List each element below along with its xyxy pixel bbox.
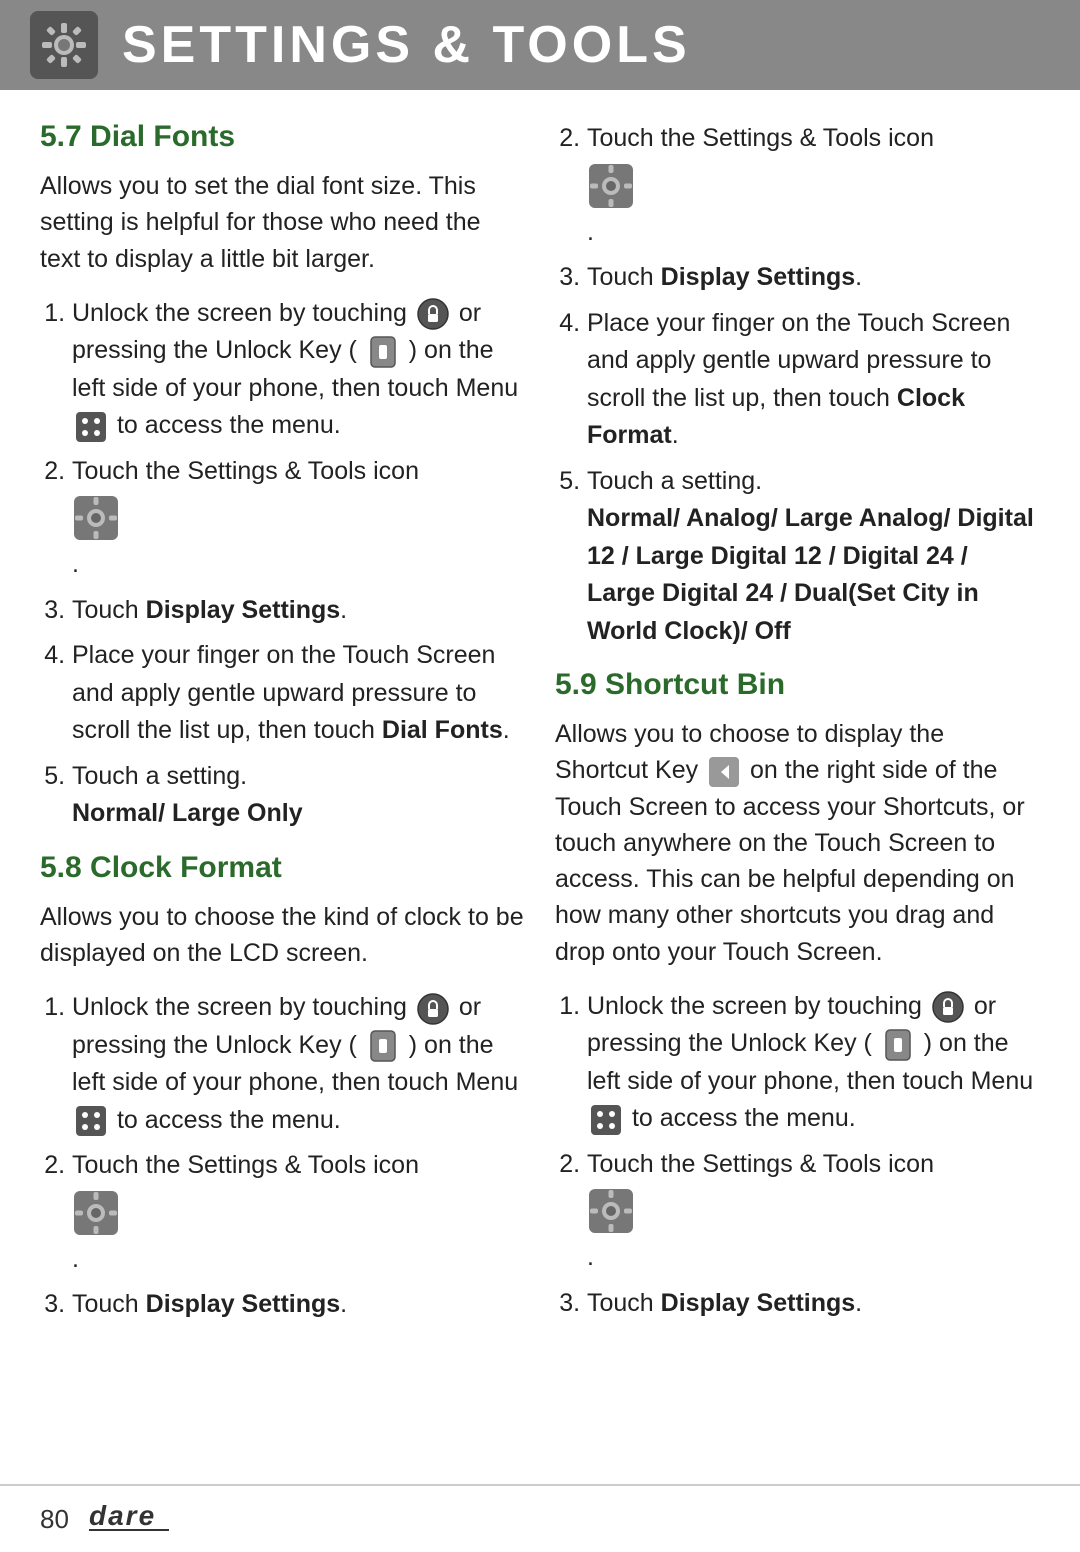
section-57-step-4: Place your finger on the Touch Screen an… — [72, 637, 525, 750]
settings-gear-icon — [38, 19, 90, 71]
bold-display-settings: Display Settings — [146, 596, 341, 624]
lock-icon — [416, 297, 450, 331]
bold-display-settings-2: Display Settings — [146, 1290, 341, 1318]
step-text: Unlock the screen by touching — [587, 992, 929, 1020]
step-text: Touch Display Settings. — [72, 596, 347, 624]
section-58-cont-step-4: Place your finger on the Touch Screen an… — [587, 305, 1040, 455]
step-text: Touch Display Settings. — [587, 263, 862, 291]
settings-tools-inline-icon-3 — [587, 162, 635, 210]
step-text: Unlock the screen by touching — [72, 299, 414, 327]
shortcut-key-icon — [707, 755, 741, 789]
step-text: . — [72, 550, 79, 578]
lock-icon-2 — [416, 992, 450, 1026]
unlock-key-icon-2 — [366, 1029, 400, 1063]
page-header: SETTINGS & TOOLS — [0, 0, 1080, 90]
section-57-step-1: Unlock the screen by touching or pressin… — [72, 295, 525, 445]
settings-tools-inline-icon — [72, 494, 120, 542]
step-text: Place your finger on the Touch Screen an… — [587, 309, 1010, 450]
bold-display-settings-4: Display Settings — [661, 1289, 856, 1317]
step-text: Touch a setting.Normal/ Large Only — [72, 762, 303, 828]
section-59-steps: Unlock the screen by touching or pressin… — [555, 988, 1040, 1323]
settings-tools-inline-icon-4 — [587, 1187, 635, 1235]
step-text: Place your finger on the Touch Screen an… — [72, 641, 510, 744]
section-57-step-3: Touch Display Settings. — [72, 592, 525, 630]
page-footer: 80 dare — [0, 1484, 1080, 1552]
section-58-cont-steps: Touch the Settings & Tools icon . Touch … — [555, 120, 1040, 650]
section-59-step-2: Touch the Settings & Tools icon . — [587, 1146, 1040, 1277]
page-title: SETTINGS & TOOLS — [122, 15, 691, 75]
step-text: . — [587, 218, 594, 246]
svg-text:dare: dare — [89, 1500, 156, 1531]
desc-text-2: on the right side of the Touch Screen to… — [555, 756, 1025, 965]
section-59: 5.9 Shortcut Bin Allows you to choose to… — [555, 668, 1040, 1322]
dare-logo: dare — [89, 1497, 179, 1533]
right-column: Touch the Settings & Tools icon . Touch … — [555, 120, 1040, 1342]
menu-icon-3 — [589, 1103, 623, 1137]
section-58-step-1: Unlock the screen by touching or pressin… — [72, 989, 525, 1139]
unlock-key-icon-3 — [881, 1028, 915, 1062]
step-text: Touch the Settings & Tools icon — [72, 457, 419, 485]
step-text: Unlock the screen by touching — [72, 993, 414, 1021]
header-icon — [30, 11, 98, 79]
section-57-step-2: Touch the Settings & Tools icon . — [72, 453, 525, 584]
bold-normal-large: Normal/ Large Only — [72, 799, 303, 827]
lock-icon-3 — [931, 990, 965, 1024]
section-59-step-1: Unlock the screen by touching or pressin… — [587, 988, 1040, 1138]
section-57-title: 5.7 Dial Fonts — [40, 120, 525, 154]
section-58-step-3: Touch Display Settings. — [72, 1286, 525, 1324]
section-57: 5.7 Dial Fonts Allows you to set the dia… — [40, 120, 525, 833]
section-58-description: Allows you to choose the kind of clock t… — [40, 899, 525, 972]
step-text: to access the menu. — [117, 1106, 341, 1134]
step-text: to access the menu. — [117, 411, 341, 439]
section-57-description: Allows you to set the dial font size. Th… — [40, 168, 525, 277]
step-text: Touch the Settings & Tools icon — [587, 1150, 934, 1178]
section-58-cont-step-2: Touch the Settings & Tools icon . — [587, 120, 1040, 251]
step-text: Touch the Settings & Tools icon — [587, 124, 934, 152]
section-57-step-5: Touch a setting.Normal/ Large Only — [72, 758, 525, 833]
step-text: . — [72, 1245, 79, 1273]
left-column: 5.7 Dial Fonts Allows you to set the dia… — [40, 120, 525, 1342]
step-text: Touch Display Settings. — [72, 1290, 347, 1318]
step-text: . — [587, 1243, 594, 1271]
settings-tools-inline-icon-2 — [72, 1189, 120, 1237]
bold-display-settings-3: Display Settings — [661, 263, 856, 291]
section-58-cont: Touch the Settings & Tools icon . Touch … — [555, 120, 1040, 650]
section-59-step-3: Touch Display Settings. — [587, 1285, 1040, 1323]
section-58-step-2: Touch the Settings & Tools icon . — [72, 1147, 525, 1278]
section-58-cont-step-3: Touch Display Settings. — [587, 259, 1040, 297]
step-text: Touch a setting. Normal/ Analog/ Large A… — [587, 467, 1034, 645]
section-58-title: 5.8 Clock Format — [40, 851, 525, 885]
section-58: 5.8 Clock Format Allows you to choose th… — [40, 851, 525, 1324]
menu-icon-2 — [74, 1104, 108, 1138]
bold-clock-format: Clock Format — [587, 384, 965, 450]
step-text: Touch the Settings & Tools icon — [72, 1151, 419, 1179]
menu-icon — [74, 410, 108, 444]
section-57-steps: Unlock the screen by touching or pressin… — [40, 295, 525, 833]
bold-clock-options: Normal/ Analog/ Large Analog/ Digital 12… — [587, 504, 1034, 645]
step-text: Touch Display Settings. — [587, 1289, 862, 1317]
section-59-description: Allows you to choose to display the Shor… — [555, 716, 1040, 970]
section-59-title: 5.9 Shortcut Bin — [555, 668, 1040, 702]
page-number: 80 — [40, 1504, 69, 1535]
bold-dial-fonts: Dial Fonts — [382, 716, 503, 744]
step-text: to access the menu. — [632, 1104, 856, 1132]
content-area: 5.7 Dial Fonts Allows you to set the dia… — [0, 90, 1080, 1402]
section-58-steps: Unlock the screen by touching or pressin… — [40, 989, 525, 1324]
section-58-cont-step-5: Touch a setting. Normal/ Analog/ Large A… — [587, 463, 1040, 651]
unlock-key-icon — [366, 335, 400, 369]
brand-name: dare — [89, 1497, 179, 1541]
